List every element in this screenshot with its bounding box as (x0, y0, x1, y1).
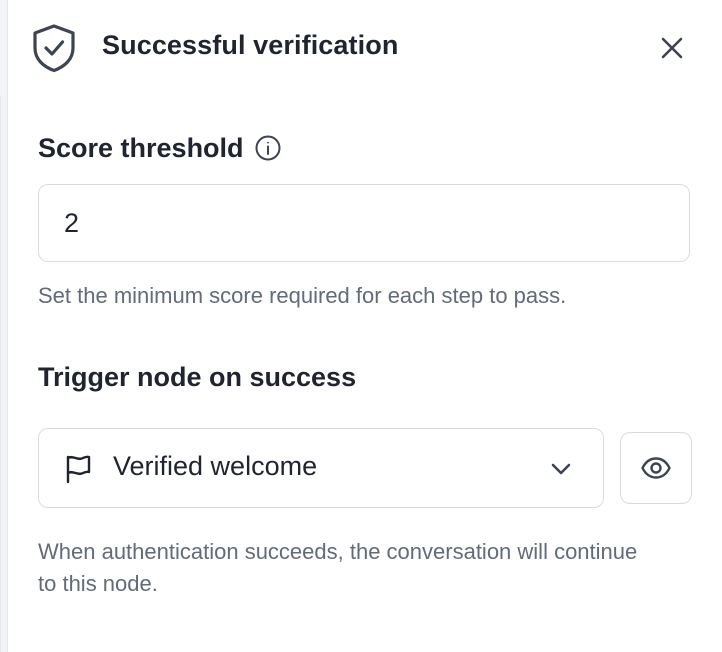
preview-node-button[interactable] (620, 432, 692, 504)
panel-title: Successful verification (102, 30, 399, 60)
score-threshold-help: Set the minimum score required for each … (38, 283, 567, 308)
panel-header: Successful verification (30, 18, 690, 78)
panel-divider (0, 0, 8, 652)
flag-icon (66, 455, 91, 484)
score-threshold-input[interactable] (38, 184, 690, 262)
score-threshold-label-row: Score threshold (38, 130, 282, 166)
close-icon[interactable] (656, 32, 688, 64)
divider-line (0, 96, 1, 652)
chevron-down-icon (551, 463, 571, 475)
score-threshold-label: Score threshold (38, 132, 244, 163)
trigger-node-label: Trigger node on success (38, 362, 357, 392)
shield-check-icon (33, 24, 75, 73)
trigger-node-selected-value: Verified welcome (113, 451, 318, 481)
info-icon[interactable] (254, 134, 282, 162)
trigger-node-help: When authentication succeeds, the conver… (38, 539, 638, 596)
eye-icon (641, 457, 671, 479)
trigger-node-select[interactable]: Verified welcome (38, 428, 604, 508)
verification-settings-panel: Successful verification Score threshold … (0, 0, 722, 652)
